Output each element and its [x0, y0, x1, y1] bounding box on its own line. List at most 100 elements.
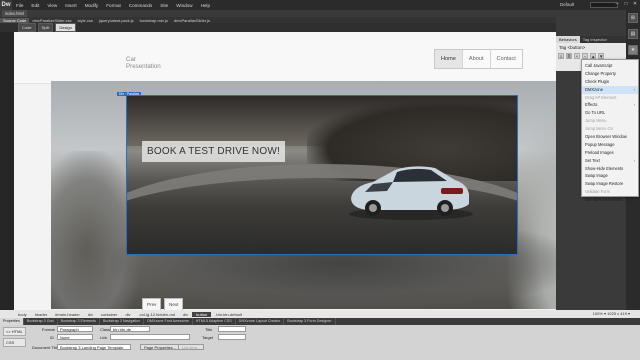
menu-edit[interactable]: Edit — [27, 3, 43, 8]
menu-file[interactable]: File — [12, 3, 27, 8]
element-label: Div · Parallax — [117, 92, 142, 96]
menu-modify[interactable]: Modify — [81, 3, 103, 8]
app-logo: Dw — [0, 0, 12, 10]
id-select[interactable]: None — [57, 334, 93, 340]
tag-crumb[interactable]: div — [179, 312, 192, 317]
code-view-button[interactable]: Code — [18, 23, 36, 32]
link-input[interactable] — [110, 334, 190, 340]
menu-item-preload-images[interactable]: Preload Images — [582, 149, 638, 157]
menu-item-label: Set Text — [585, 157, 600, 163]
tab-bootstrap-elements[interactable]: Bootstrap 3 Elements — [58, 318, 100, 325]
minimize-button[interactable]: – — [614, 1, 620, 7]
doc-title-label: Document Title — [32, 345, 59, 350]
class-label: Class — [100, 327, 111, 332]
add-behavior-button[interactable]: + — [574, 53, 580, 59]
menu-item-popup-message[interactable]: Popup Message — [582, 141, 638, 149]
tag-crumb[interactable]: div — [84, 312, 97, 317]
nav-home[interactable]: Home — [435, 50, 463, 68]
menu-item-call-javascript[interactable]: Call JavaScript — [582, 62, 638, 70]
related-file[interactable]: dmxParallaxSlider.js — [171, 18, 213, 23]
menu-item-check-plugin[interactable]: Check Plugin — [582, 78, 638, 86]
related-file[interactable]: jquery.latest.pack.js — [96, 18, 137, 23]
behaviors-icon[interactable]: ★ — [628, 45, 638, 55]
brand-line: Car — [126, 56, 136, 63]
next-button[interactable]: Next — [164, 298, 184, 310]
design-view-button[interactable]: Design — [55, 23, 76, 32]
tab-font-awesome[interactable]: DMXzone Font Awesome — [144, 318, 193, 325]
tag-crumb[interactable]: .col-lg-12.hidden-md — [135, 312, 179, 317]
menu-insert[interactable]: Insert — [61, 3, 81, 8]
title-label: Title — [205, 327, 213, 332]
title-input[interactable] — [218, 326, 246, 332]
menu-window[interactable]: Window — [172, 3, 196, 8]
insert-icon[interactable]: ⊞ — [628, 13, 638, 23]
menu-help[interactable]: Help — [197, 3, 214, 8]
carousel-image[interactable] — [126, 95, 518, 255]
design-canvas[interactable]: Car Presentation Home About Contact Div … — [14, 32, 628, 310]
doc-title-input[interactable]: Bootstrap 3 Landing Page Template — [57, 344, 131, 350]
tag-label: Tag <button> — [559, 45, 586, 50]
menu-format[interactable]: Format — [102, 3, 125, 8]
tab-bootstrap-navigation[interactable]: Bootstrap 3 Navigation — [100, 318, 145, 325]
menu-item-set-text[interactable]: Set Text › — [582, 157, 638, 165]
maximize-button[interactable]: □ — [623, 1, 629, 7]
menu-item-show-hide-elements[interactable]: Show-Hide Elements — [582, 165, 638, 173]
tab-layout-creator[interactable]: DMXzone Layout Creator — [236, 318, 285, 325]
show-all-events-icon[interactable]: ≣ — [566, 53, 572, 59]
menu-item-swap-image-restore[interactable]: Swap Image Restore — [582, 180, 638, 188]
tag-crumb[interactable]: header — [31, 312, 51, 317]
tab-bootstrap-grid[interactable]: Bootstrap 3 Grid — [24, 318, 58, 325]
menu-commands[interactable]: Commands — [125, 3, 157, 8]
tag-crumb[interactable]: div — [121, 312, 134, 317]
cta-box[interactable]: BOOK A TEST DRIVE NOW! — [142, 141, 285, 162]
tab-behaviors[interactable]: Behaviors — [556, 36, 580, 43]
left-toolbar — [0, 32, 14, 310]
tag-crumb[interactable]: .btn.btn-default — [211, 312, 246, 317]
tab-properties[interactable]: Properties — [0, 318, 24, 325]
class-select[interactable]: btn btn-de — [110, 326, 150, 332]
tab-adaptive-css[interactable]: HTML5 Adaptive CSS — [193, 318, 236, 325]
tag-crumb[interactable]: body — [14, 312, 31, 317]
tag-crumb[interactable]: container — [97, 312, 121, 317]
menu-view[interactable]: View — [43, 3, 61, 8]
window-size-readout[interactable]: 100% ▾ 1025 x 419 ▾ — [593, 311, 630, 316]
related-file[interactable]: style.css — [74, 18, 95, 23]
menu-item-dmxzone[interactable]: DMXzone › — [582, 85, 638, 94]
workspace-selector[interactable]: Default — [560, 2, 574, 7]
menu-item-swap-image[interactable]: Swap Image — [582, 172, 638, 180]
show-set-events-icon[interactable]: ≡ — [558, 53, 564, 59]
tab-index-html[interactable]: index.html — [2, 10, 28, 17]
prev-button[interactable]: Prev — [142, 298, 162, 310]
menu-item-effects[interactable]: Effects › — [582, 101, 638, 109]
list-item-button: List Item... — [178, 344, 205, 350]
tab-tag-inspector[interactable]: Tag Inspector — [580, 36, 610, 43]
add-behavior-menu: Call JavaScript Change Property Check Pl… — [581, 59, 639, 202]
tag-crumb-selected[interactable]: button — [192, 311, 212, 317]
split-view-button[interactable]: Split — [37, 23, 54, 32]
format-select[interactable]: Paragraph — [57, 326, 93, 332]
nav-about[interactable]: About — [462, 50, 491, 68]
tab-form-designer[interactable]: Bootstrap 3 Form Designer — [284, 318, 336, 325]
menu-item-open-browser-window[interactable]: Open Browser Window — [582, 133, 638, 141]
menu-item-get-more-behaviors[interactable]: Get More Behaviors... — [582, 196, 638, 204]
related-file[interactable]: bootstrap.min.js — [137, 18, 171, 23]
menu-item-jump-menu-go: Jump Menu Go — [585, 126, 613, 132]
menu-item-label: Effects — [585, 102, 598, 108]
tag-crumb[interactable]: #main-header — [51, 312, 84, 317]
site-brand[interactable]: Car Presentation — [126, 56, 161, 70]
close-button[interactable]: ✕ — [632, 1, 638, 7]
files-icon[interactable]: ▤ — [628, 29, 638, 39]
site-navbar: Car Presentation Home About Contact — [14, 32, 628, 84]
format-label: Format — [42, 327, 55, 332]
menu-item-drag-ap-element: Drag AP Element — [585, 94, 617, 100]
nav-contact[interactable]: Contact — [490, 50, 522, 68]
related-file-source-code[interactable]: Source Code — [0, 17, 30, 23]
css-mode-button[interactable]: CSS — [3, 338, 26, 347]
menu-site[interactable]: Site — [156, 3, 172, 8]
menu-item-change-property[interactable]: Change Property — [582, 70, 638, 78]
page-properties-button[interactable]: Page Properties... — [140, 344, 181, 350]
related-file[interactable]: dmxParallaxSlider.css — [29, 18, 74, 23]
menu-item-go-to-url[interactable]: Go To URL — [582, 109, 638, 117]
html-mode-button[interactable]: <> HTML — [3, 327, 26, 336]
target-select[interactable] — [218, 334, 246, 340]
